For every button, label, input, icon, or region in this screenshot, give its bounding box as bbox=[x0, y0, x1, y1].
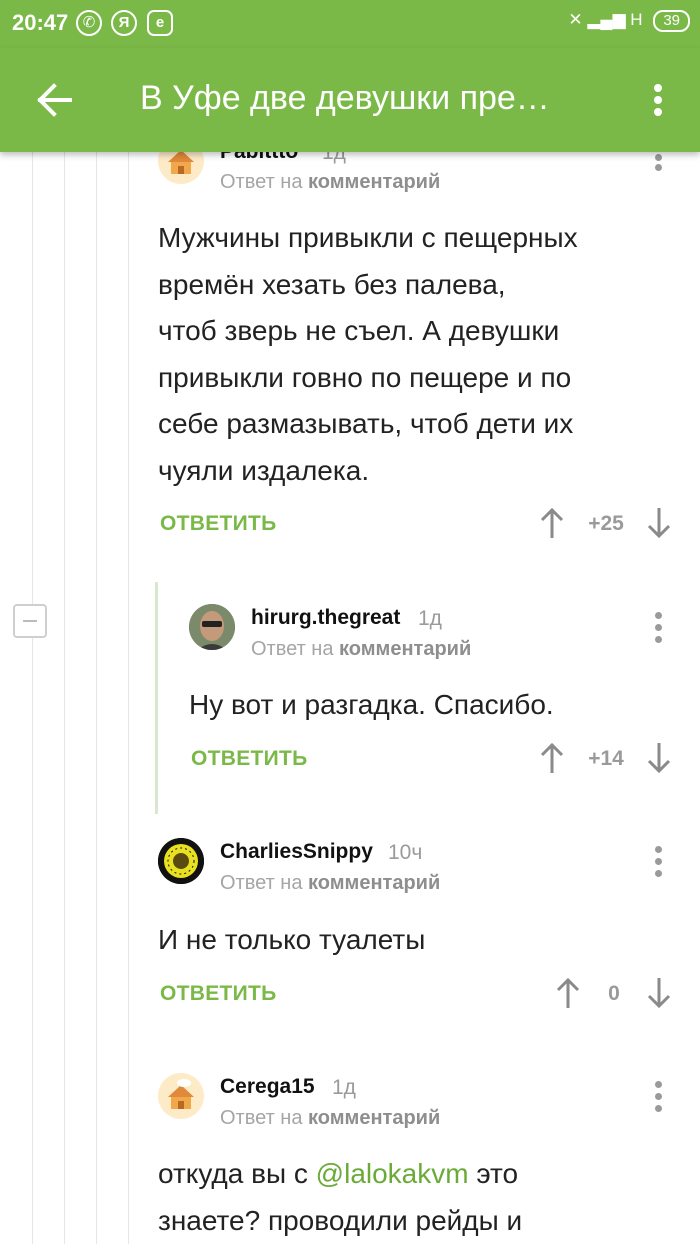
comment-text: И не только туалеты bbox=[158, 917, 658, 964]
comment-score: +25 bbox=[588, 512, 624, 535]
comment-username[interactable]: hirurg.thegreat bbox=[251, 606, 400, 630]
dot bbox=[655, 1081, 662, 1088]
vote-up-icon[interactable] bbox=[539, 741, 565, 775]
yandex-icon: Я bbox=[111, 10, 137, 36]
overflow-menu-button[interactable] bbox=[640, 76, 676, 124]
reply-to-line: Ответ на комментарий bbox=[251, 638, 471, 661]
comment-text-line: привыкли говно по пещере и по bbox=[158, 361, 572, 393]
vote-down-icon[interactable] bbox=[646, 976, 672, 1010]
comment-menu-button[interactable] bbox=[648, 846, 668, 882]
network-type: H bbox=[630, 10, 643, 29]
comment-text-line: знаете? проводили рейды и bbox=[158, 1204, 523, 1236]
collapse-thread-button[interactable] bbox=[13, 604, 47, 638]
comment-score: 0 bbox=[608, 982, 620, 1005]
dot bbox=[655, 164, 662, 171]
comment-text: откуда вы с @lalokakvm это знаете? прово… bbox=[158, 1151, 658, 1244]
dot bbox=[654, 84, 662, 92]
comment-menu-button[interactable] bbox=[648, 148, 668, 184]
reply-to-line: Ответ на комментарий bbox=[220, 171, 440, 194]
back-button[interactable] bbox=[30, 78, 78, 122]
status-time: 20:47 bbox=[12, 10, 69, 35]
reply-prefix: Ответ на bbox=[220, 171, 303, 193]
thread-rail bbox=[64, 152, 65, 1244]
status-bar: 20:47 ✆ Я e ✕ ▂▄▆ H 39 bbox=[0, 0, 700, 48]
thread-rail bbox=[128, 152, 129, 1244]
dot bbox=[655, 846, 662, 853]
app-bar: В Уфе две девушки пре… bbox=[0, 48, 700, 152]
reply-prefix: Ответ на bbox=[220, 1107, 303, 1129]
comment-username[interactable]: CharliesSnippy bbox=[220, 840, 373, 864]
user-mention-link[interactable]: @lalokakvm bbox=[316, 1158, 469, 1189]
reply-prefix: Ответ на bbox=[220, 872, 303, 894]
comment-text: Ну вот и разгадка. Спасибо. bbox=[189, 682, 649, 729]
comment-username[interactable]: Cerega15 bbox=[220, 1075, 315, 1099]
comment-time: 1д bbox=[332, 1076, 356, 1099]
comment-text-line: И не только туалеты bbox=[158, 924, 426, 955]
dot bbox=[655, 1093, 662, 1100]
page-title: В Уфе две девушки пре… bbox=[140, 79, 550, 117]
reply-target-link[interactable]: комментарий bbox=[308, 1107, 440, 1129]
text-segment: откуда вы с bbox=[158, 1158, 316, 1189]
mute-icon: ✕ bbox=[568, 10, 583, 29]
thread-rail bbox=[96, 152, 97, 1244]
dot bbox=[655, 154, 662, 161]
status-indicators: ✕ ▂▄▆ H 39 bbox=[568, 10, 690, 32]
comment-menu-button[interactable] bbox=[648, 1081, 668, 1117]
reply-target-link[interactable]: комментарий bbox=[308, 171, 440, 193]
dot bbox=[654, 108, 662, 116]
avatar bbox=[158, 838, 204, 884]
reply-button[interactable]: ОТВЕТИТЬ bbox=[160, 512, 277, 536]
house-avatar-icon bbox=[168, 1079, 194, 1109]
comment-menu-button[interactable] bbox=[648, 612, 668, 648]
reply-target-link[interactable]: комментарий bbox=[308, 872, 440, 894]
text-segment: это bbox=[468, 1158, 519, 1189]
dot bbox=[655, 1105, 662, 1112]
vote-down-icon[interactable] bbox=[646, 741, 672, 775]
vote-down-icon[interactable] bbox=[646, 506, 672, 540]
user-photo-icon bbox=[189, 604, 235, 650]
comment-text-line: Ну вот и разгадка. Спасибо. bbox=[189, 689, 554, 720]
thread-rail bbox=[32, 152, 33, 1244]
reply-to-line: Ответ на комментарий bbox=[220, 872, 440, 895]
comment-text-line: себе размазывать, чтоб дети их bbox=[158, 408, 574, 439]
sunflower-avatar-icon bbox=[158, 838, 204, 884]
comment-time: 10ч bbox=[388, 841, 423, 864]
avatar bbox=[158, 1073, 204, 1119]
e-icon: e bbox=[147, 10, 173, 36]
comment-score: +14 bbox=[588, 747, 624, 770]
reply-button[interactable]: ОТВЕТИТЬ bbox=[191, 747, 308, 771]
comment-time: 1д bbox=[418, 607, 442, 630]
comment-text: Мужчины привыкли с пещерных времён хезат… bbox=[158, 215, 658, 494]
reply-prefix: Ответ на bbox=[251, 638, 334, 660]
comment-text-line: Мужчины привыкли с пещерных bbox=[158, 222, 578, 253]
dot bbox=[655, 624, 662, 631]
dot bbox=[655, 636, 662, 643]
arrow-left-icon bbox=[37, 83, 72, 117]
viber-icon: ✆ bbox=[76, 10, 102, 36]
comment-text-line: откуда вы с @lalokakvm это bbox=[158, 1151, 658, 1198]
comment-text-line: чтоб зверь не съел. А девушки bbox=[158, 315, 560, 346]
dot bbox=[655, 870, 662, 877]
dot bbox=[655, 612, 662, 619]
dot bbox=[654, 96, 662, 104]
avatar bbox=[189, 604, 235, 650]
comment-text-line: чуяли издалека. bbox=[158, 454, 370, 486]
vote-up-icon[interactable] bbox=[555, 976, 581, 1010]
reply-target-link[interactable]: комментарий bbox=[339, 638, 471, 660]
battery-level: 39 bbox=[653, 10, 690, 32]
signal-icon: ▂▄▆ bbox=[587, 10, 626, 29]
comment-text-line: времён хезать без палева, bbox=[158, 268, 506, 300]
dot bbox=[655, 858, 662, 865]
reply-button[interactable]: ОТВЕТИТЬ bbox=[160, 982, 277, 1006]
vote-up-icon[interactable] bbox=[539, 506, 565, 540]
nested-reply-line bbox=[155, 582, 158, 814]
reply-to-line: Ответ на комментарий bbox=[220, 1107, 440, 1130]
